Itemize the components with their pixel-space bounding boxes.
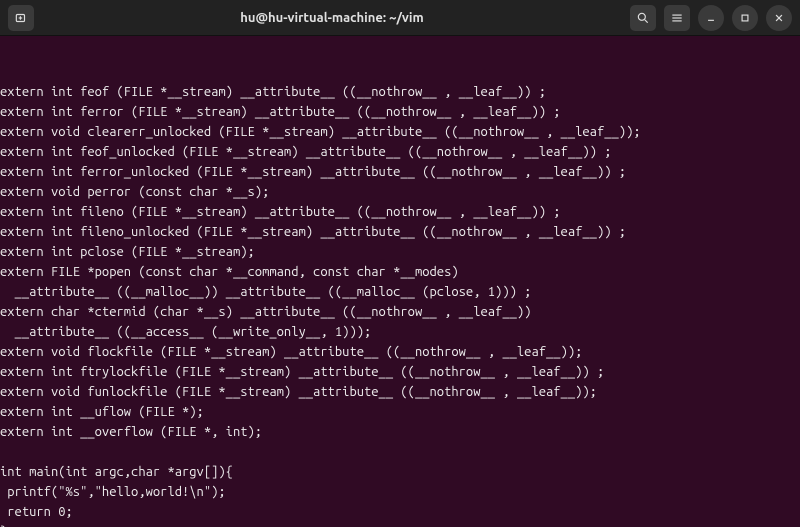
search-icon — [636, 11, 650, 25]
window-titlebar: hu@hu-virtual-machine: ~/vim — [0, 0, 800, 36]
maximize-button[interactable] — [732, 5, 758, 31]
terminal-viewport[interactable]: extern int feof (FILE *__stream) __attri… — [0, 36, 800, 527]
minimize-icon — [704, 11, 718, 25]
maximize-icon — [738, 11, 752, 25]
minimize-button[interactable] — [698, 5, 724, 31]
window-title: hu@hu-virtual-machine: ~/vim — [42, 11, 622, 25]
terminal-output: extern int feof (FILE *__stream) __attri… — [0, 82, 800, 527]
menu-button[interactable] — [664, 5, 690, 31]
close-icon — [772, 11, 786, 25]
plus-tab-icon — [14, 11, 28, 25]
new-tab-button[interactable] — [8, 5, 34, 31]
close-button[interactable] — [766, 5, 792, 31]
search-button[interactable] — [630, 5, 656, 31]
hamburger-icon — [670, 11, 684, 25]
